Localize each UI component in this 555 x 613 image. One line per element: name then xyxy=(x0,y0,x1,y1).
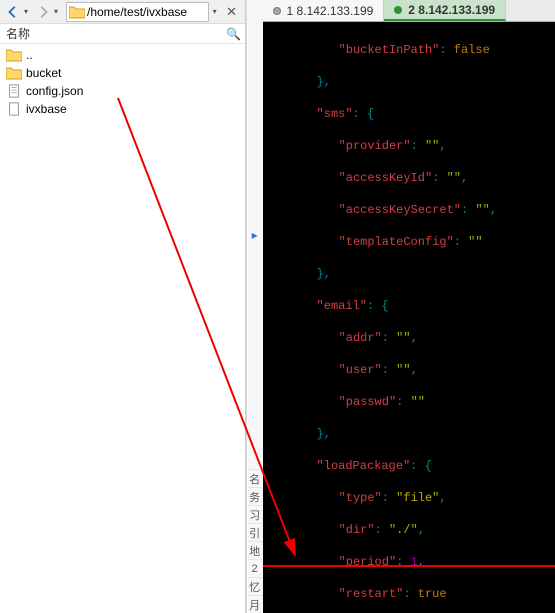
back-dropdown[interactable]: ▾ xyxy=(24,7,32,16)
name-column: 名称 xyxy=(6,25,223,42)
file-item-parent[interactable]: .. xyxy=(0,46,245,64)
folder-icon xyxy=(6,65,22,81)
strip-char[interactable]: 务 xyxy=(247,487,263,505)
annotation-underline xyxy=(263,565,555,567)
file-label: .. xyxy=(26,48,239,62)
file-browser-pane: ▾ ▾ /home/test/ivxbase ▾ ✕ 名称 🔍 .. bucke… xyxy=(0,0,246,613)
file-icon xyxy=(6,101,22,117)
strip-char[interactable]: 2 xyxy=(247,559,263,577)
file-list: .. bucket config.json ivxbase xyxy=(0,44,245,613)
file-toolbar: ▾ ▾ /home/test/ivxbase ▾ ✕ xyxy=(0,0,245,24)
terminal-tabs: 1 8.142.133.199 2 8.142.133.199 xyxy=(263,0,555,22)
file-label: config.json xyxy=(26,84,239,98)
file-item-bucket[interactable]: bucket xyxy=(0,64,245,82)
close-icon[interactable]: ✕ xyxy=(223,4,241,20)
tab-label: 2 8.142.133.199 xyxy=(408,3,495,17)
forward-dropdown[interactable]: ▾ xyxy=(54,7,62,16)
address-path: /home/test/ivxbase xyxy=(87,5,187,19)
file-item-config[interactable]: config.json xyxy=(0,82,245,100)
file-item-ivxbase[interactable]: ivxbase xyxy=(0,100,245,118)
back-button[interactable] xyxy=(4,3,22,21)
file-icon xyxy=(6,83,22,99)
folder-icon xyxy=(6,47,22,63)
strip-char[interactable]: 月 xyxy=(247,595,263,613)
tab-session-1[interactable]: 1 8.142.133.199 xyxy=(263,0,385,21)
strip-char[interactable]: 忆 xyxy=(247,577,263,595)
tab-session-2[interactable]: 2 8.142.133.199 xyxy=(384,0,506,21)
column-header[interactable]: 名称 🔍 xyxy=(0,24,245,44)
terminal-pane: 1 8.142.133.199 2 8.142.133.199 "bucketI… xyxy=(263,0,555,613)
file-label: ivxbase xyxy=(26,102,239,116)
tab-label: 1 8.142.133.199 xyxy=(287,4,374,18)
strip-char[interactable]: 引 xyxy=(247,523,263,541)
address-dropdown[interactable]: ▾ xyxy=(213,7,221,16)
folder-icon xyxy=(69,5,85,19)
terminal-content[interactable]: "bucketInPath": false }, "sms": { "provi… xyxy=(263,22,555,613)
strip-char[interactable]: 名 xyxy=(247,469,263,487)
index-strip: ▸ 名 务 习 引 地 2 忆 月 xyxy=(246,0,263,613)
strip-char[interactable]: 地 xyxy=(247,541,263,559)
address-bar[interactable]: /home/test/ivxbase xyxy=(66,2,209,22)
search-icon[interactable]: 🔍 xyxy=(223,27,245,41)
status-dot-icon xyxy=(394,6,402,14)
forward-button[interactable] xyxy=(34,3,52,21)
status-dot-icon xyxy=(273,7,281,15)
strip-collapse-icon[interactable]: ▸ xyxy=(247,0,263,469)
file-label: bucket xyxy=(26,66,239,80)
strip-char[interactable]: 习 xyxy=(247,505,263,523)
